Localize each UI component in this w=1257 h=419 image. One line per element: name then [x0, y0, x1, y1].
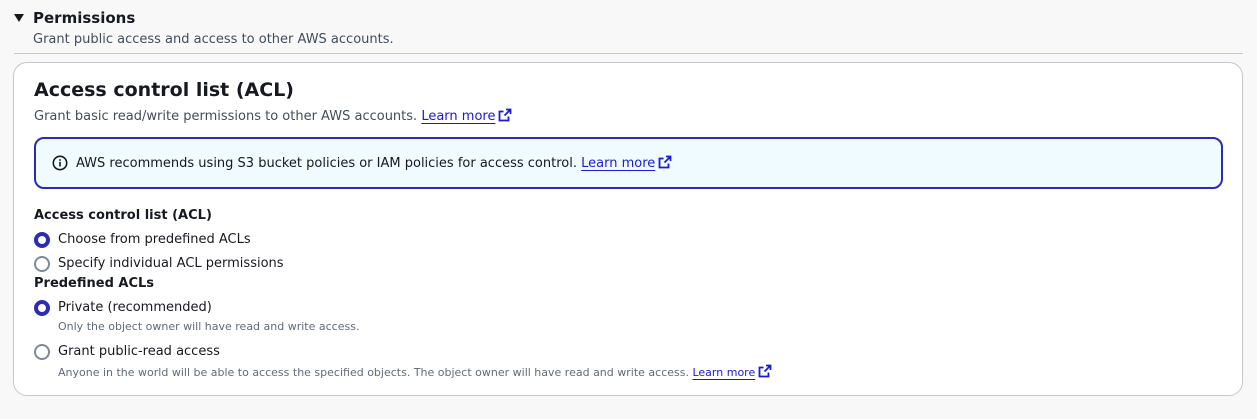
panel-title: Access control list (ACL)	[34, 79, 294, 101]
radio-description: Anyone in the world will be able to acce…	[58, 364, 772, 379]
alert-text: AWS recommends using S3 bucket policies …	[76, 156, 577, 171]
panel-description: Grant basic read/write permissions to ot…	[34, 108, 512, 124]
public-read-learn-more-label[interactable]: Learn more	[692, 366, 755, 379]
acl-field-label: Access control list (ACL)	[34, 208, 212, 223]
caret-down-icon[interactable]	[14, 14, 24, 22]
radio-button[interactable]	[34, 256, 50, 272]
external-link-icon[interactable]	[498, 108, 512, 122]
radio-label[interactable]: Specify individual ACL permissions	[58, 256, 284, 271]
info-icon	[52, 155, 68, 171]
radio-description-text: Anyone in the world will be able to acce…	[58, 366, 689, 379]
learn-more-label[interactable]: Learn more	[421, 109, 495, 124]
radio-button[interactable]	[34, 232, 50, 248]
section-description: Grant public access and access to other …	[33, 32, 394, 47]
public-read-learn-more-link[interactable]: Learn more	[692, 364, 772, 379]
external-link-icon[interactable]	[658, 155, 672, 169]
radio-label[interactable]: Private (recommended)	[58, 300, 212, 315]
section-title[interactable]: Permissions	[33, 9, 135, 27]
radio-button[interactable]	[34, 344, 50, 360]
external-link-icon[interactable]	[758, 364, 772, 378]
section-divider	[14, 53, 1243, 54]
predefined-acls-label: Predefined ACLs	[34, 276, 155, 291]
learn-more-link[interactable]: Learn more	[421, 108, 512, 124]
panel-description-text: Grant basic read/write permissions to ot…	[34, 109, 418, 124]
alert-learn-more-link[interactable]: Learn more	[581, 155, 672, 171]
alert-learn-more-label[interactable]: Learn more	[581, 156, 655, 171]
acl-panel: Access control list (ACL) Grant basic re…	[13, 62, 1243, 396]
alert-message: AWS recommends using S3 bucket policies …	[76, 155, 672, 171]
radio-description: Only the object owner will have read and…	[58, 320, 360, 333]
radio-label[interactable]: Choose from predefined ACLs	[58, 232, 251, 247]
radio-button[interactable]	[34, 300, 50, 316]
radio-label[interactable]: Grant public-read access	[58, 344, 220, 359]
info-alert: AWS recommends using S3 bucket policies …	[34, 137, 1223, 189]
